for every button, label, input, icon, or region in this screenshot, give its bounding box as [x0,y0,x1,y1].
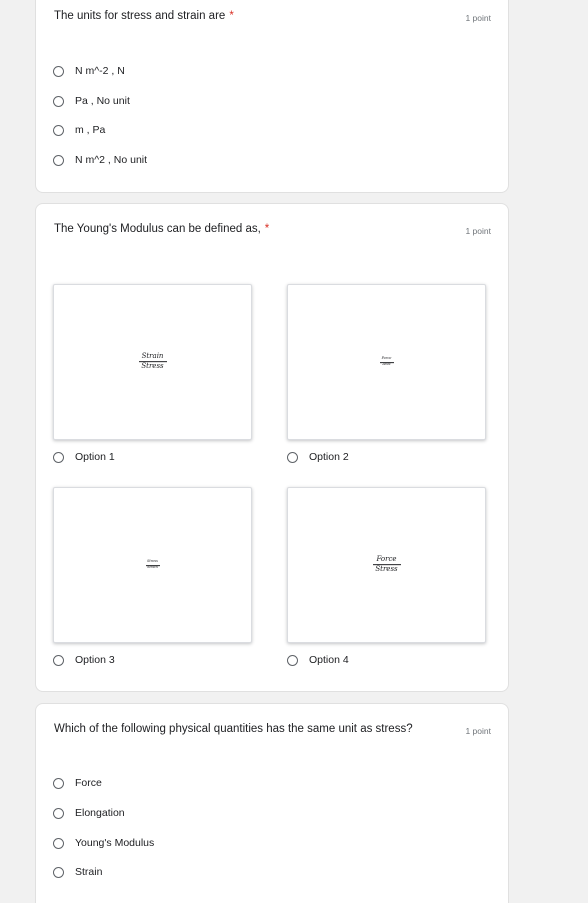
denominator: Area [382,362,391,367]
option-label: Option 3 [75,654,115,666]
numerator: Force [376,555,397,564]
form-page: The units for stress and strain are * 1 p… [0,0,588,903]
option-label: Pa , No unit [75,95,130,107]
radio-button[interactable] [53,777,64,789]
denominator: Stress [375,565,398,574]
fraction-formula: Force Stress [288,555,485,574]
fraction-formula: Stress Strain [54,560,251,570]
radio-button[interactable] [287,654,298,666]
radio-option[interactable]: Young's Modulus [53,834,154,852]
denominator: Stress [141,362,164,371]
radio-button[interactable] [53,807,64,819]
radio-option[interactable]: Option 1 [53,448,115,466]
radio-option[interactable]: Pa , No unit [53,92,130,110]
radio-button[interactable] [53,124,64,136]
question-card-stress-unit: Which of the following physical quantiti… [35,703,509,903]
radio-button[interactable] [53,451,64,463]
radio-option[interactable]: Option 3 [53,651,115,669]
radio-button[interactable] [53,866,64,878]
question-card-units: The units for stress and strain are * 1 p… [35,0,509,193]
radio-option[interactable]: N m^-2 , N [53,62,125,80]
option-image-strain-over-stress[interactable]: Strain Stress [53,284,252,440]
numerator: Strain [141,352,164,361]
radio-button[interactable] [53,154,64,166]
option-image-force-over-area[interactable]: Force Area [287,284,486,440]
option-label: Strain [75,866,103,878]
question-title: The units for stress and strain are * [54,10,234,22]
numerator: Force [381,356,392,361]
numerator: Stress [147,559,158,564]
option-label: N m^-2 , N [75,65,125,77]
option-label: Option 4 [309,654,349,666]
option-image-stress-over-strain[interactable]: Stress Strain [53,487,252,643]
option-label: Young's Modulus [75,837,155,849]
fraction-formula: Strain Stress [54,352,251,371]
option-label: Option 2 [309,451,349,463]
required-asterisk: * [264,223,270,235]
radio-button[interactable] [53,837,64,849]
radio-option[interactable]: Strain [53,863,102,881]
required-asterisk: * [229,10,234,22]
option-image-force-over-stress[interactable]: Force Stress [287,487,486,643]
option-label: m , Pa [75,124,106,136]
radio-option[interactable]: N m^2 , No unit [53,151,147,169]
option-label: Option 1 [75,451,115,463]
question-title: The Young's Modulus can be defined as, * [54,223,270,235]
question-title: Which of the following physical quantiti… [54,723,413,735]
radio-button[interactable] [53,95,64,107]
question-card-youngs-modulus: The Young's Modulus can be defined as, * … [35,203,509,692]
radio-button[interactable] [287,451,298,463]
radio-option[interactable]: Option 2 [287,448,349,466]
denominator: Strain [147,565,158,570]
points-label: 1 point [465,13,491,23]
radio-button[interactable] [53,65,64,77]
radio-option[interactable]: m , Pa [53,121,105,139]
radio-button[interactable] [53,654,64,666]
radio-option[interactable]: Option 4 [287,651,349,669]
fraction-formula: Force Area [288,357,485,367]
radio-option[interactable]: Force [53,774,102,792]
radio-option[interactable]: Elongation [53,804,125,822]
option-label: Elongation [75,807,125,819]
points-label: 1 point [465,226,491,236]
option-label: N m^2 , No unit [75,154,148,166]
points-label: 1 point [465,726,491,736]
option-label: Force [75,777,102,789]
